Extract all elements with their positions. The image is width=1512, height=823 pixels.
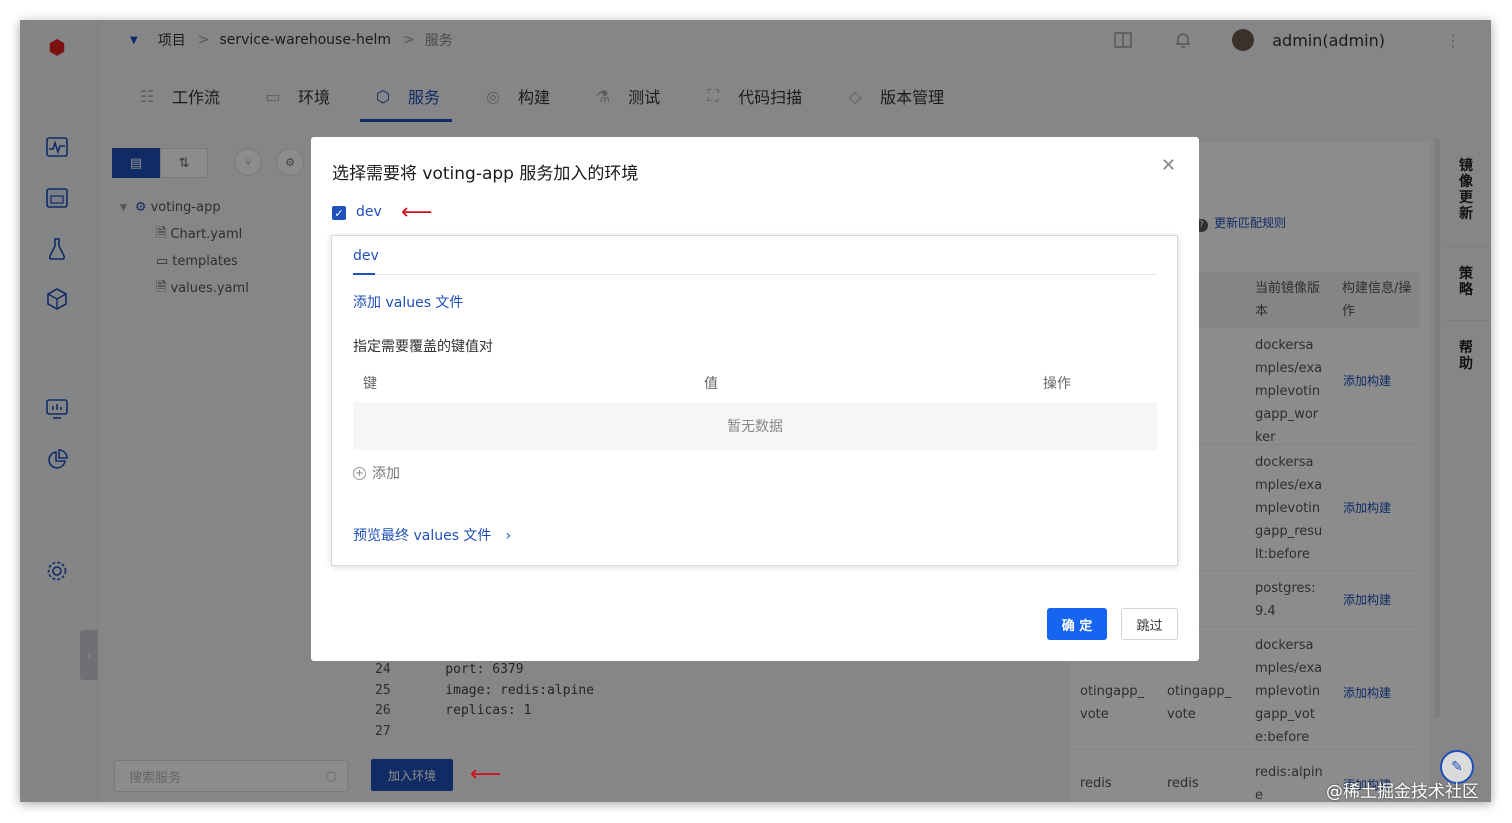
env-checkbox-label[interactable]: dev (356, 204, 382, 220)
env-config-card: dev 添加 values 文件 指定需要覆盖的键值对 键 值 操作 暂无数据 … (331, 235, 1178, 566)
app-window: ⬢ › ▼ 项目 > service-warehouse-helm > 服务 a… (20, 20, 1491, 802)
kv-section-title: 指定需要覆盖的键值对 (353, 339, 493, 355)
add-to-environment-dialog: 选择需要将 voting-app 服务加入的环境 ✕ ✓ dev ⟵ dev 添… (311, 137, 1199, 661)
confirm-button[interactable]: 确 定 (1047, 608, 1107, 640)
tab-divider (353, 274, 1157, 275)
watermark: @稀土掘金技术社区 (1326, 782, 1479, 802)
close-icon[interactable]: ✕ (1161, 155, 1176, 176)
add-kv-button[interactable]: + 添加 (353, 463, 400, 483)
env-checkbox[interactable]: ✓ (332, 206, 346, 220)
skip-button[interactable]: 跳过 (1121, 608, 1178, 640)
add-values-file-link[interactable]: 添加 values 文件 (353, 292, 463, 312)
empty-table-placeholder: 暂无数据 (353, 402, 1157, 450)
col-action: 操作 (1043, 376, 1071, 392)
tab-active-indicator (353, 273, 375, 275)
red-arrow-annotation: ⟵ (401, 200, 433, 225)
col-value: 值 (704, 376, 718, 392)
tab-dev[interactable]: dev (353, 248, 379, 264)
red-arrow-annotation: ⟵ (470, 762, 502, 787)
preview-values-link[interactable]: 预览最终 values 文件 › (353, 525, 511, 545)
col-key: 键 (363, 376, 377, 392)
dialog-title: 选择需要将 voting-app 服务加入的环境 (332, 164, 639, 184)
chevron-right-icon: › (505, 528, 512, 544)
plus-circle-icon: + (353, 466, 366, 480)
